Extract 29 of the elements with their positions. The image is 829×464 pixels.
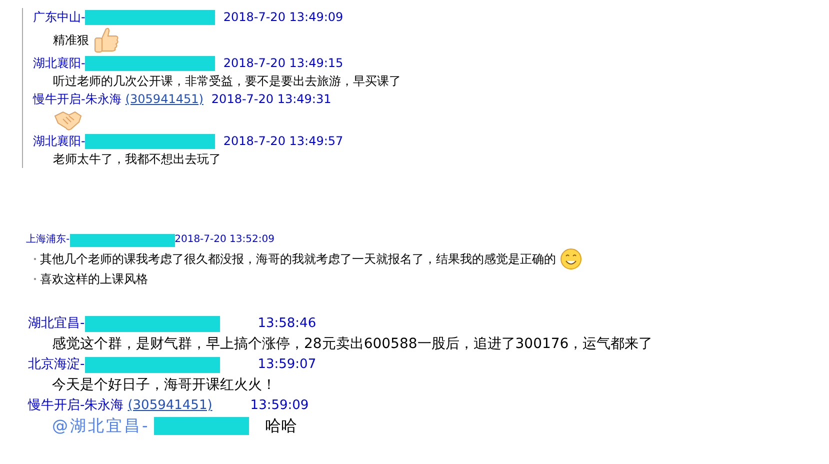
message-time: 2018-7-20 13:49:31: [211, 91, 332, 108]
message-text: 精准狠: [53, 32, 89, 49]
message-text: 喜欢这样的上课风格: [40, 271, 148, 288]
message-time: 2018-7-20 13:49:09: [223, 9, 344, 26]
sender-name: 湖北襄阳-: [33, 133, 86, 150]
message-time: 2018-7-20 13:49:57: [223, 133, 344, 150]
qq-number-link[interactable]: (305941451): [125, 90, 204, 108]
message-text: 感觉这个群，是财气群，早上搞个涨停，28元卖出600588一股后，追进了300176，运气都来了: [52, 335, 653, 354]
message-time: 13:58:46: [258, 315, 316, 333]
sender-name: 北京海淀-: [28, 356, 85, 374]
message-text: 听过老师的几次公开课，非常受益，要不是要出去旅游，早买课了: [53, 73, 401, 90]
mention-text: @湖北宜昌-: [52, 415, 150, 437]
smiley-icon: [560, 248, 582, 270]
message-text: 老师太牛了，我都不想出去玩了: [53, 151, 221, 168]
sender-name: 湖北宜昌-: [28, 315, 85, 333]
thumbs-up-icon: [93, 26, 119, 54]
message-time: 2018-7-20 13:52:09: [174, 233, 274, 247]
sender-name: 上海浦东-: [26, 232, 70, 247]
message-time: 13:59:09: [250, 397, 309, 415]
message-time: 2018-7-20 13:49:15: [223, 55, 344, 72]
qq-number-link[interactable]: (305941451): [128, 396, 212, 415]
sender-name: 慢牛开启-朱永海: [33, 91, 122, 108]
message-text: 哈哈: [264, 415, 297, 437]
sender-name: 慢牛开启-朱永海: [28, 397, 124, 415]
sender-name: 湖北襄阳-: [33, 55, 86, 72]
message-time: 13:59:07: [258, 356, 316, 374]
message-text: 今天是个好日子，海哥开课红火火！: [52, 376, 276, 395]
message-text: 其他几个老师的课我考虑了很久都没报，海哥的我就考虑了一天就报名了，结果我的感觉是正确的: [40, 251, 556, 268]
sender-name: 广东中山-: [33, 9, 86, 26]
